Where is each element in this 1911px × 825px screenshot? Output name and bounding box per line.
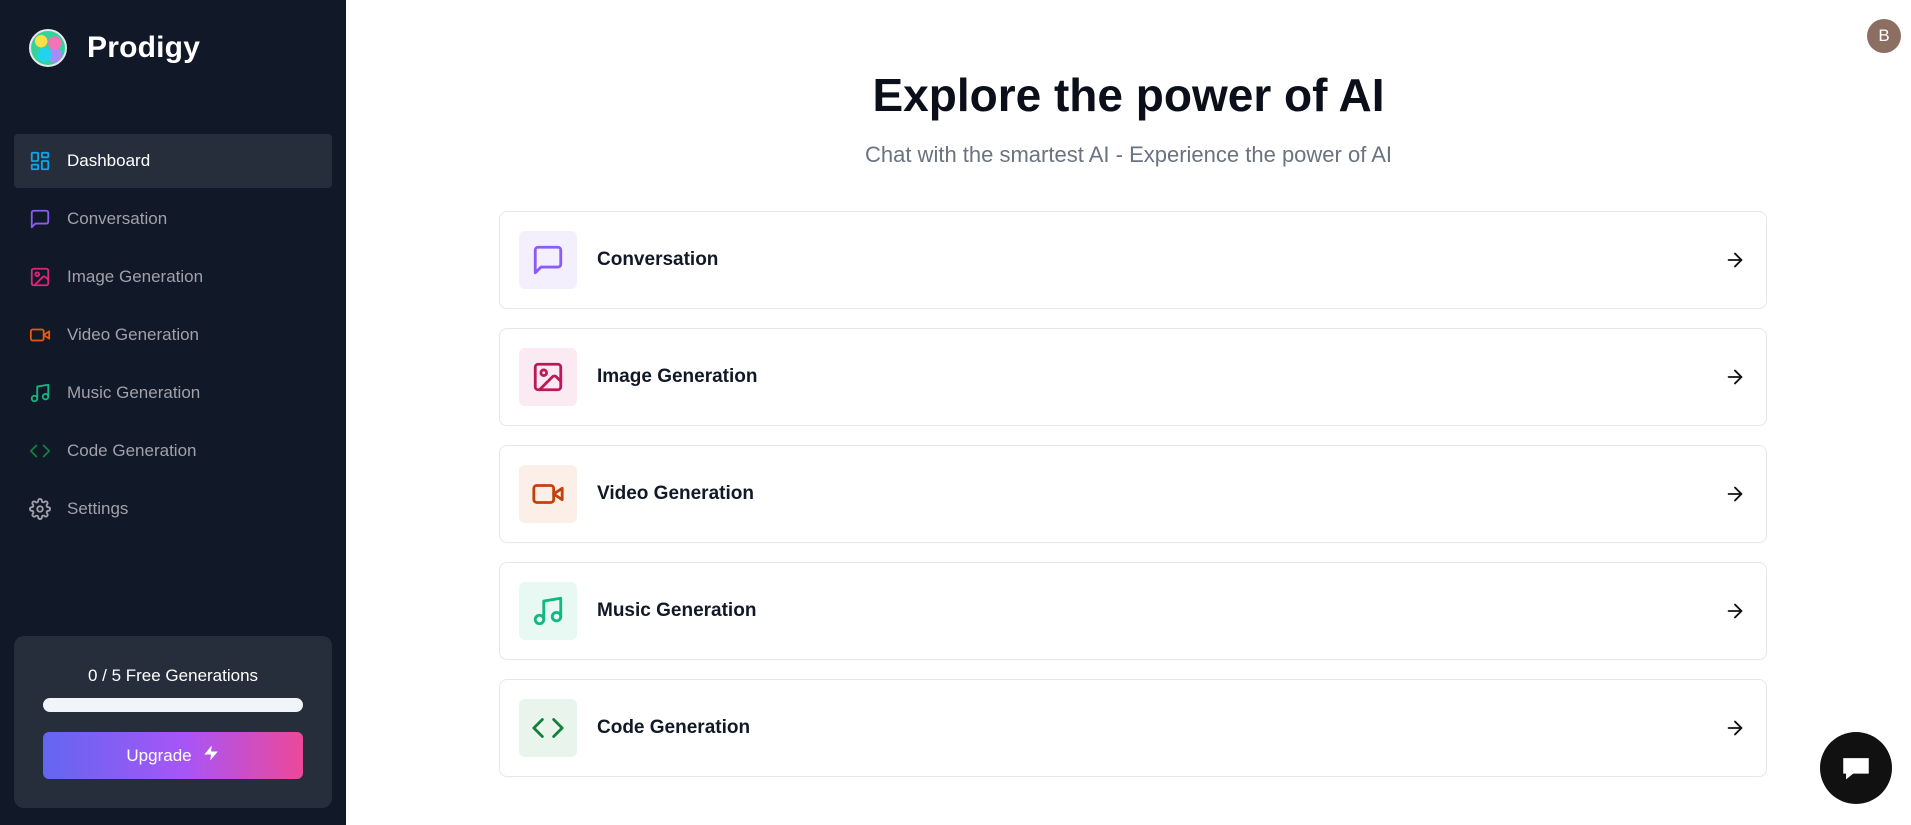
tool-card-music-generation[interactable]: Music Generation — [499, 562, 1767, 660]
arrow-right-icon — [1727, 369, 1743, 385]
zap-icon — [202, 744, 220, 767]
free-generations-progress — [43, 698, 303, 712]
sidebar-item-video-generation[interactable]: Video Generation — [14, 308, 332, 362]
video-icon — [519, 465, 577, 523]
sidebar-item-label: Dashboard — [67, 151, 151, 170]
message-square-icon — [519, 231, 577, 289]
tool-label: Music Generation — [597, 600, 757, 621]
free-generations-card: 0 / 5 Free Generations Upgrade — [14, 636, 332, 808]
brand-name: Prodigy — [87, 31, 201, 64]
sidebar: Prodigy Dashboard Conversation Image Gen… — [0, 0, 346, 825]
tool-label: Code Generation — [597, 717, 751, 738]
image-icon — [519, 348, 577, 406]
tool-label: Image Generation — [597, 366, 758, 387]
sidebar-item-music-generation[interactable]: Music Generation — [14, 366, 332, 420]
free-generations-counter: 0 / 5 Free Generations — [87, 666, 259, 685]
avatar-initial: B — [1878, 26, 1890, 45]
tool-card-code-generation[interactable]: Code Generation — [499, 679, 1767, 777]
avatar[interactable]: B — [1867, 19, 1901, 53]
sidebar-item-image-generation[interactable]: Image Generation — [14, 250, 332, 304]
dashboard-icon — [29, 150, 51, 172]
sidebar-item-label: Conversation — [67, 209, 168, 228]
tool-card-conversation[interactable]: Conversation — [499, 211, 1767, 309]
tool-card-image-generation[interactable]: Image Generation — [499, 328, 1767, 426]
sidebar-item-conversation[interactable]: Conversation — [14, 192, 332, 246]
page-title: Explore the power of AI — [872, 69, 1385, 121]
arrow-right-icon — [1727, 603, 1743, 619]
sidebar-item-settings[interactable]: Settings — [14, 482, 332, 536]
gear-icon — [29, 498, 51, 520]
upgrade-button[interactable]: Upgrade — [43, 732, 303, 779]
tool-card-video-generation[interactable]: Video Generation — [499, 445, 1767, 543]
chat-bubble-icon — [1843, 758, 1869, 780]
sidebar-item-dashboard[interactable]: Dashboard — [14, 134, 332, 188]
message-square-icon — [29, 208, 51, 230]
chat-support-button[interactable] — [1820, 732, 1892, 804]
music-icon — [519, 582, 577, 640]
sidebar-item-label: Image Generation — [67, 267, 204, 286]
sidebar-item-label: Video Generation — [67, 325, 200, 344]
sidebar-item-label: Code Generation — [67, 441, 197, 460]
upgrade-button-label: Upgrade — [126, 745, 192, 765]
sidebar-nav: Dashboard Conversation Image Generation … — [14, 134, 332, 540]
image-icon — [29, 266, 51, 288]
brand[interactable]: Prodigy — [29, 29, 200, 67]
tool-label: Video Generation — [597, 483, 754, 504]
video-icon — [29, 324, 51, 346]
arrow-right-icon — [1727, 720, 1743, 736]
brain-logo-icon — [29, 29, 67, 67]
music-icon — [29, 382, 51, 404]
code-icon — [519, 699, 577, 757]
sidebar-item-code-generation[interactable]: Code Generation — [14, 424, 332, 478]
tools-list: Conversation Image Generation Video Gene… — [499, 211, 1767, 796]
tool-label: Conversation — [597, 249, 719, 270]
code-icon — [29, 440, 51, 462]
page-subtitle: Chat with the smartest AI - Experience t… — [864, 142, 1393, 167]
arrow-right-icon — [1727, 252, 1743, 268]
sidebar-item-label: Music Generation — [67, 383, 201, 402]
arrow-right-icon — [1727, 486, 1743, 502]
sidebar-item-label: Settings — [67, 499, 129, 518]
